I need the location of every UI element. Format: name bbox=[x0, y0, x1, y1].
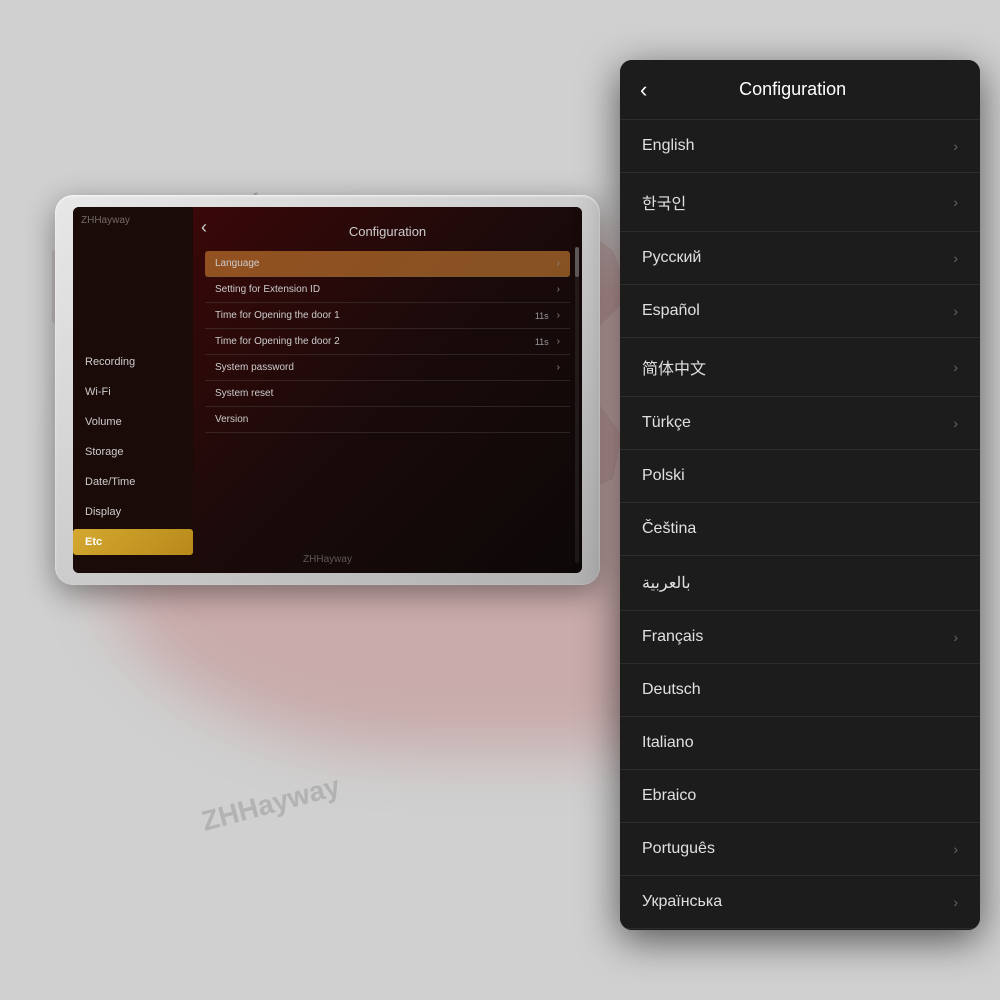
tablet-main: ‹ Configuration Language › Setting for E… bbox=[193, 207, 582, 573]
language-name-11: Italiano bbox=[642, 734, 694, 752]
tablet-menu-extension-id[interactable]: Setting for Extension ID › bbox=[205, 277, 570, 303]
mobile-language-list: English › 한국인 › Русский › Español › 简体中文… bbox=[620, 120, 980, 930]
tablet-menu-language-label: Language bbox=[215, 258, 260, 269]
language-name-2: Русский bbox=[642, 249, 701, 267]
tablet-config-title: Configuration bbox=[205, 222, 570, 239]
tablet-menu-language-chevron: › bbox=[557, 258, 560, 269]
language-name-0: English bbox=[642, 137, 694, 155]
language-item-5[interactable]: Türkçe › bbox=[620, 397, 980, 450]
tablet-menu-reset-label: System reset bbox=[215, 388, 273, 399]
language-item-7[interactable]: Čeština › bbox=[620, 503, 980, 556]
sidebar-item-datetime[interactable]: Date/Time bbox=[73, 469, 193, 495]
language-item-0[interactable]: English › bbox=[620, 120, 980, 173]
screen-watermark-top: ZHHayway bbox=[81, 215, 130, 226]
language-chevron-5: › bbox=[953, 415, 958, 431]
device-screen: ZHHayway ZHHayway Recording Wi-Fi Volume… bbox=[73, 207, 582, 573]
tablet-scrollbar[interactable] bbox=[575, 247, 579, 563]
mobile-panel: ‹ Configuration English › 한국인 › Русский … bbox=[620, 60, 980, 930]
language-name-14: Українська bbox=[642, 893, 722, 911]
tablet-menu-version[interactable]: Version bbox=[205, 407, 570, 433]
tablet-menu-door2-value: 11s › bbox=[535, 336, 560, 347]
language-chevron-1: › bbox=[953, 194, 958, 210]
language-item-1[interactable]: 한국인 › bbox=[620, 173, 980, 232]
language-name-9: Français bbox=[642, 628, 703, 646]
language-item-8[interactable]: بالعربية › bbox=[620, 556, 980, 611]
tablet-menu-door1[interactable]: Time for Opening the door 1 11s › bbox=[205, 303, 570, 329]
tablet-menu-door2-label: Time for Opening the door 2 bbox=[215, 336, 340, 347]
sidebar-item-display[interactable]: Display bbox=[73, 499, 193, 525]
sidebar-item-etc[interactable]: Etc bbox=[73, 529, 193, 555]
language-name-1: 한국인 bbox=[642, 190, 686, 214]
tablet-menu-door2-chevron: › bbox=[557, 336, 560, 347]
language-name-13: Português bbox=[642, 840, 715, 858]
screen-watermark-bottom: ZHHayway bbox=[303, 554, 352, 565]
tablet-menu-door1-label: Time for Opening the door 1 bbox=[215, 310, 340, 321]
language-item-11[interactable]: Italiano › bbox=[620, 717, 980, 770]
language-item-3[interactable]: Español › bbox=[620, 285, 980, 338]
language-item-2[interactable]: Русский › bbox=[620, 232, 980, 285]
tablet-sidebar: Recording Wi-Fi Volume Storage Date/Time… bbox=[73, 207, 193, 573]
tablet-menu-password[interactable]: System password › bbox=[205, 355, 570, 381]
language-item-4[interactable]: 简体中文 › bbox=[620, 338, 980, 397]
language-item-9[interactable]: Français › bbox=[620, 611, 980, 664]
tablet-menu-language[interactable]: Language › bbox=[205, 251, 570, 277]
tablet-menu-door2[interactable]: Time for Opening the door 2 11s › bbox=[205, 329, 570, 355]
tablet-menu-reset[interactable]: System reset bbox=[205, 381, 570, 407]
sidebar-item-wifi[interactable]: Wi-Fi bbox=[73, 379, 193, 405]
tablet-menu-version-label: Version bbox=[215, 414, 248, 425]
language-name-5: Türkçe bbox=[642, 414, 691, 432]
language-chevron-13: › bbox=[953, 841, 958, 857]
language-name-3: Español bbox=[642, 302, 700, 320]
language-chevron-0: › bbox=[953, 138, 958, 154]
language-item-14[interactable]: Українська › bbox=[620, 876, 980, 929]
sidebar-item-storage[interactable]: Storage bbox=[73, 439, 193, 465]
language-name-7: Čeština bbox=[642, 520, 696, 538]
language-name-8: بالعربية bbox=[642, 573, 691, 593]
tablet-menu-extension-chevron: › bbox=[557, 284, 560, 295]
language-name-4: 简体中文 bbox=[642, 355, 706, 379]
language-name-10: Deutsch bbox=[642, 681, 701, 699]
tablet-menu-password-chevron: › bbox=[557, 362, 560, 373]
sidebar-item-volume[interactable]: Volume bbox=[73, 409, 193, 435]
language-item-12[interactable]: Ebraico › bbox=[620, 770, 980, 823]
tablet-menu-password-label: System password bbox=[215, 362, 294, 373]
language-name-6: Polski bbox=[642, 467, 685, 485]
mobile-config-title: Configuration bbox=[659, 79, 926, 100]
tablet-menu-door1-value: 11s › bbox=[535, 310, 560, 321]
language-chevron-2: › bbox=[953, 250, 958, 266]
sidebar-item-recording[interactable]: Recording bbox=[73, 349, 193, 375]
mobile-header: ‹ Configuration bbox=[620, 60, 980, 120]
language-item-6[interactable]: Polski › bbox=[620, 450, 980, 503]
mobile-back-button[interactable]: ‹ bbox=[640, 77, 647, 103]
tablet-scrollbar-thumb bbox=[575, 247, 579, 277]
language-chevron-9: › bbox=[953, 629, 958, 645]
language-chevron-14: › bbox=[953, 894, 958, 910]
language-item-10[interactable]: Deutsch › bbox=[620, 664, 980, 717]
language-name-12: Ebraico bbox=[642, 787, 696, 805]
language-chevron-4: › bbox=[953, 359, 958, 375]
language-item-13[interactable]: Português › bbox=[620, 823, 980, 876]
tablet-menu-extension-label: Setting for Extension ID bbox=[215, 284, 320, 295]
language-chevron-3: › bbox=[953, 303, 958, 319]
tablet-menu-door1-chevron: › bbox=[557, 310, 560, 321]
tablet-back-button[interactable]: ‹ bbox=[201, 217, 207, 238]
device-frame: ZHHayway ZHHayway Recording Wi-Fi Volume… bbox=[55, 195, 600, 585]
